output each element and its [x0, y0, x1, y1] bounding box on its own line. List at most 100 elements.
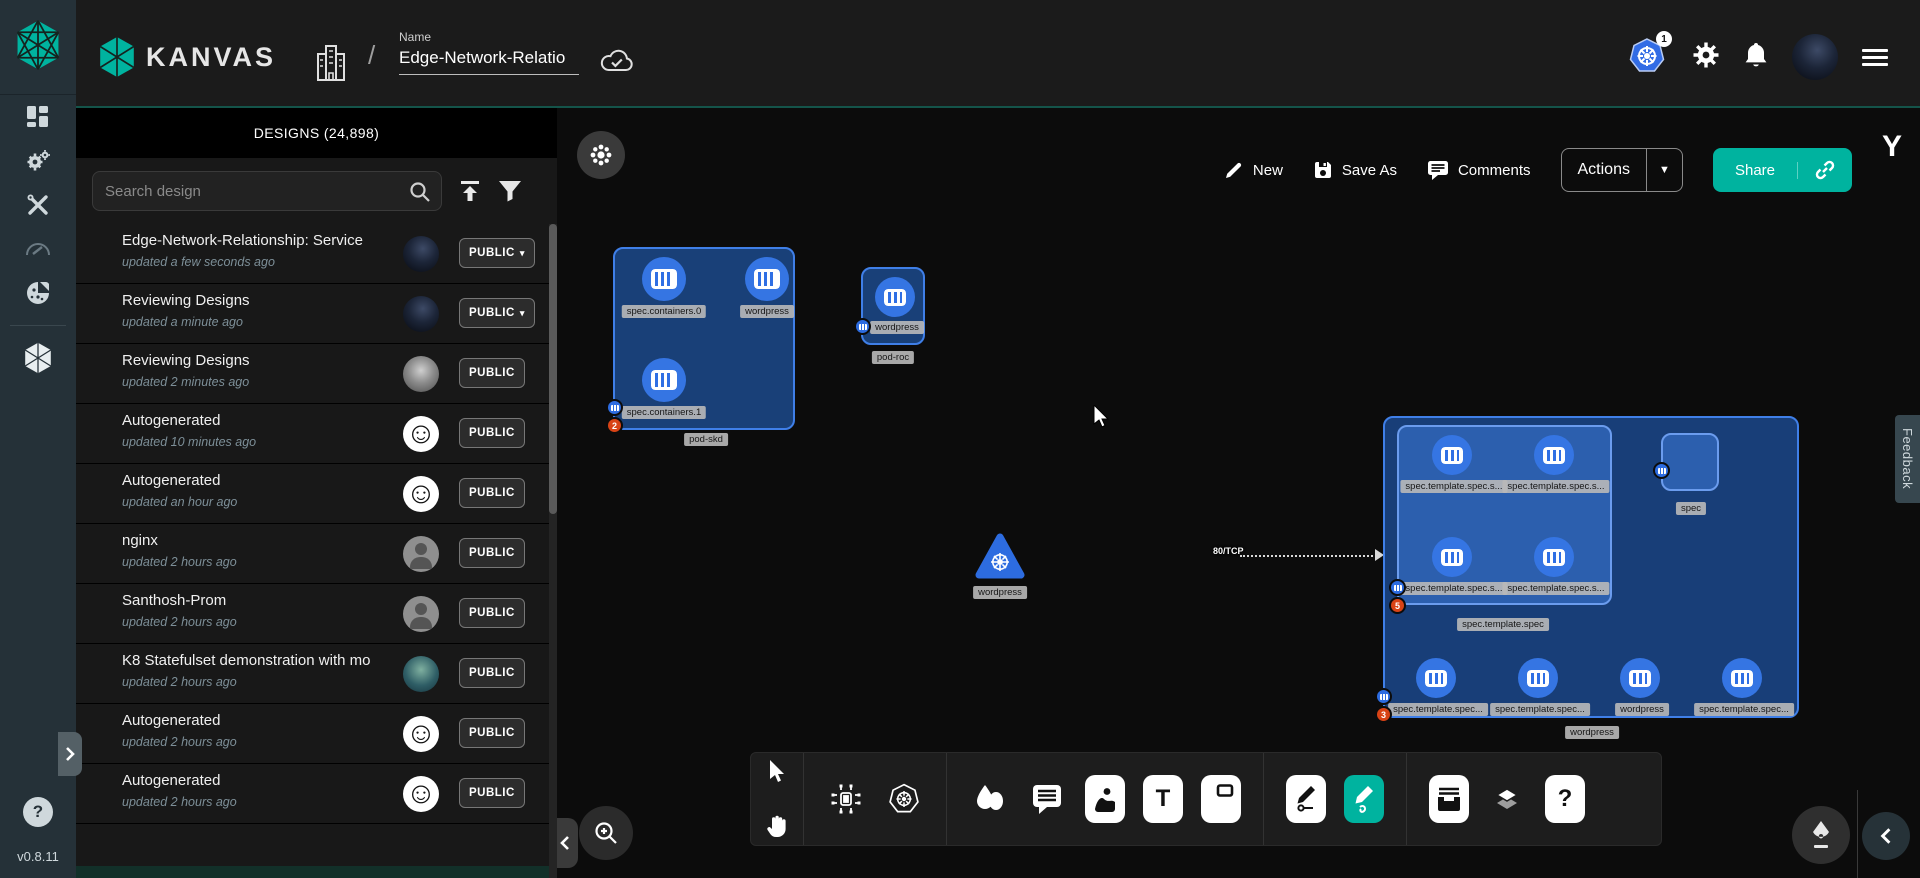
visibility-badge[interactable]: PUBLIC▾: [459, 298, 535, 328]
design-owner-avatar[interactable]: ☺: [403, 776, 439, 812]
gear-icon[interactable]: [1692, 41, 1720, 74]
components-icon[interactable]: [826, 777, 866, 821]
design-owner-avatar[interactable]: [403, 536, 439, 572]
drawer-icon[interactable]: [1429, 775, 1469, 823]
extensions-icon[interactable]: [0, 271, 76, 315]
kubernetes-context-icon[interactable]: 1: [1628, 37, 1668, 77]
zoom-icon[interactable]: [579, 806, 633, 860]
node-group-spec-template-spec[interactable]: spec.template.spec.s... spec.template.sp…: [1397, 425, 1612, 605]
select-cursor-icon[interactable]: [757, 750, 797, 794]
visibility-badge[interactable]: PUBLIC: [459, 658, 525, 688]
building-icon[interactable]: [314, 44, 348, 87]
node-container[interactable]: [642, 257, 686, 301]
error-badge[interactable]: 5: [1389, 597, 1406, 614]
design-owner-avatar[interactable]: ☺: [403, 476, 439, 512]
node-container[interactable]: [642, 358, 686, 402]
collapse-left-icon[interactable]: [557, 818, 578, 868]
design-name-input[interactable]: [399, 44, 579, 75]
error-badge[interactable]: 2: [606, 417, 623, 434]
visibility-badge[interactable]: PUBLIC: [459, 598, 525, 628]
visibility-badge[interactable]: PUBLIC: [459, 478, 525, 508]
bell-icon[interactable]: [1744, 41, 1768, 74]
actions-button[interactable]: Actions ▼: [1561, 148, 1683, 192]
design-list-item[interactable]: Reviewing Designsupdated 2 minutes agoPU…: [76, 344, 549, 404]
design-owner-avatar[interactable]: [403, 296, 439, 332]
user-avatar[interactable]: [1792, 34, 1838, 80]
visibility-badge[interactable]: PUBLIC: [459, 418, 525, 448]
upload-icon[interactable]: [458, 179, 482, 203]
node-service-wordpress[interactable]: [975, 533, 1025, 584]
node-container[interactable]: [1432, 435, 1472, 475]
pod-badge-icon[interactable]: [1389, 579, 1406, 596]
pod-badge-icon[interactable]: [1653, 462, 1670, 479]
collapse-right-icon[interactable]: [1862, 812, 1910, 860]
design-list-item[interactable]: K8 Statefulset demonstration with moupda…: [76, 644, 549, 704]
meshery-logo-icon[interactable]: [15, 19, 61, 76]
link-icon[interactable]: [1798, 159, 1852, 181]
node-container[interactable]: [1620, 658, 1660, 698]
filter-icon[interactable]: [498, 180, 522, 202]
panel-expand-handle[interactable]: [58, 732, 82, 776]
search-input[interactable]: [93, 172, 393, 210]
design-list-item[interactable]: Autogeneratedupdated 2 hours ago☺PUBLIC: [76, 764, 549, 824]
new-button[interactable]: New: [1224, 160, 1283, 180]
pod-badge-icon[interactable]: [1375, 688, 1392, 705]
dashboard-icon[interactable]: [0, 95, 76, 139]
caret-down-icon[interactable]: ▼: [1646, 148, 1682, 192]
menu-icon[interactable]: [1862, 45, 1888, 70]
lifecycle-gears-icon[interactable]: [0, 139, 76, 183]
text-icon[interactable]: T: [1143, 775, 1183, 823]
node-group-pod-roc[interactable]: wordpress: [861, 267, 925, 345]
dock-right-icon[interactable]: Y: [1882, 130, 1902, 164]
edge-service-to-deployment[interactable]: [1240, 555, 1380, 557]
design-list-item[interactable]: Autogeneratedupdated 10 minutes ago☺PUBL…: [76, 404, 549, 464]
help-icon[interactable]: ?: [1545, 775, 1585, 823]
error-badge[interactable]: 3: [1375, 706, 1392, 723]
shapes-icon[interactable]: [969, 777, 1009, 821]
design-owner-avatar[interactable]: ☺: [403, 416, 439, 452]
kubernetes-wheel-icon[interactable]: [577, 131, 625, 179]
feedback-tab[interactable]: Feedback: [1895, 415, 1920, 503]
freehand-draw-icon[interactable]: [1344, 775, 1384, 823]
design-owner-avatar[interactable]: [403, 236, 439, 272]
pen-nib-icon[interactable]: [1792, 806, 1850, 864]
annotation-icon[interactable]: [1027, 777, 1067, 821]
design-list-item[interactable]: Santhosh-Promupdated 2 hours agoPUBLIC: [76, 584, 549, 644]
image-icon[interactable]: [1085, 775, 1125, 823]
node-container[interactable]: [1534, 435, 1574, 475]
visibility-badge[interactable]: PUBLIC▾: [459, 238, 535, 268]
node-spec[interactable]: [1661, 433, 1719, 491]
design-list-item[interactable]: Edge-Network-Relationship: Serviceupdate…: [76, 224, 549, 284]
design-owner-avatar[interactable]: [403, 656, 439, 692]
node-container[interactable]: [875, 277, 915, 317]
node-container[interactable]: [1416, 658, 1456, 698]
design-owner-avatar[interactable]: [403, 596, 439, 632]
visibility-badge[interactable]: PUBLIC: [459, 358, 525, 388]
design-list-item[interactable]: Autogeneratedupdated an hour ago☺PUBLIC: [76, 464, 549, 524]
design-row-partial[interactable]: [76, 866, 549, 878]
kubernetes-icon[interactable]: [884, 777, 924, 821]
pod-badge-icon[interactable]: [854, 318, 871, 335]
help-icon[interactable]: ?: [23, 797, 53, 827]
design-list-item[interactable]: nginxupdated 2 hours agoPUBLIC: [76, 524, 549, 584]
design-owner-avatar[interactable]: [403, 356, 439, 392]
visibility-badge[interactable]: PUBLIC: [459, 538, 525, 568]
comments-button[interactable]: Comments: [1427, 160, 1531, 180]
node-container[interactable]: [1534, 537, 1574, 577]
save-as-button[interactable]: Save As: [1313, 160, 1397, 180]
kanvas-logo[interactable]: KANVAS: [98, 36, 276, 78]
design-canvas[interactable]: New Save As Comments Actions ▼ Share Y s…: [557, 108, 1920, 878]
share-button[interactable]: Share: [1713, 148, 1852, 192]
design-owner-avatar[interactable]: ☺: [403, 716, 439, 752]
pod-badge-icon[interactable]: [606, 399, 623, 416]
search-icon[interactable]: [409, 181, 431, 208]
performance-gauge-icon[interactable]: [0, 227, 76, 271]
toolkit-wrench-icon[interactable]: [0, 183, 76, 227]
layers-icon[interactable]: [1487, 777, 1527, 821]
node-group-pod-skd[interactable]: spec.containers.0 wordpress spec.contain…: [613, 247, 795, 430]
node-container[interactable]: [745, 257, 789, 301]
design-list-item[interactable]: Autogeneratedupdated 2 hours ago☺PUBLIC: [76, 704, 549, 764]
pan-hand-icon[interactable]: [757, 804, 797, 848]
design-list-item[interactable]: Reviewing Designsupdated a minute agoPUB…: [76, 284, 549, 344]
kanvas-hexagon-icon[interactable]: [0, 336, 76, 380]
